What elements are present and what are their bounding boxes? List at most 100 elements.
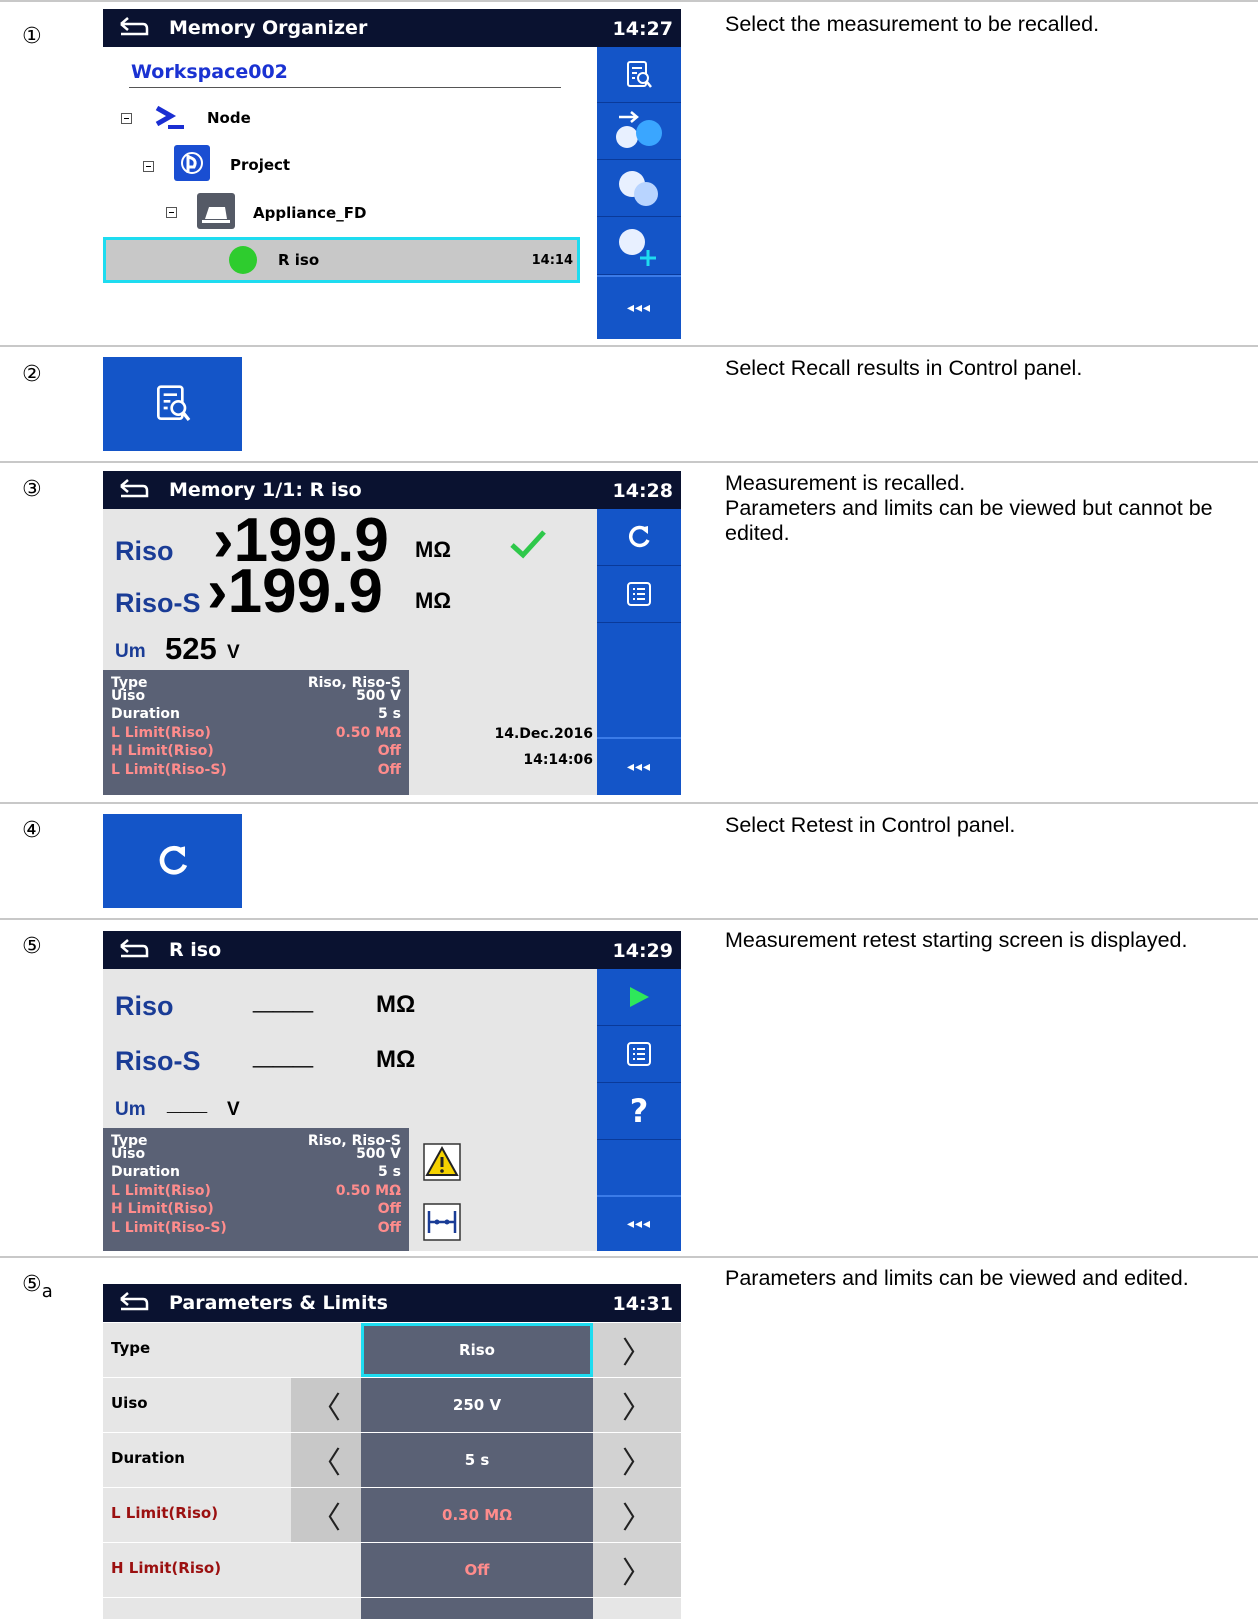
measurement-time: 14:14	[531, 253, 573, 268]
next-value-button[interactable]: 〉	[593, 1433, 681, 1487]
memory-organizer-screen: Memory Organizer 14:27 Workspace002 Node…	[103, 9, 681, 339]
riso-label: Riso	[115, 536, 174, 566]
parameters-summary: Type Riso, Riso-S Uiso 500 V Duration 5 s L…	[103, 670, 409, 795]
separator	[0, 0, 1258, 2]
param-value[interactable]: 250 V	[361, 1378, 593, 1432]
um-unit: V	[227, 1099, 240, 1120]
tree-node-label[interactable]: Node	[207, 109, 251, 127]
tree-project-label[interactable]: Project	[230, 156, 290, 174]
step-description: Select Recall results in Control panel.	[725, 356, 1083, 380]
clone-button[interactable]	[597, 160, 681, 217]
param-value[interactable]: Off	[361, 1543, 593, 1597]
more-icon: ◂◂◂	[626, 300, 652, 316]
step-description: Parameters and limits can be viewed and …	[725, 1266, 1189, 1290]
riso-s-label: Riso-S	[115, 1046, 201, 1076]
parameters-button[interactable]	[597, 566, 681, 623]
param-row: Duration 5 s	[111, 706, 401, 722]
previous-value-button[interactable]: 〈	[291, 1433, 361, 1487]
step-number: ③	[22, 477, 42, 502]
back-icon[interactable]	[117, 474, 151, 504]
param-value[interactable]	[361, 1598, 593, 1619]
retest-icon	[629, 525, 650, 548]
tree-appliance-label[interactable]: Appliance_FD	[253, 204, 366, 222]
limit-row: L Limit(Riso-S) Off	[111, 761, 401, 778]
next-value-button[interactable]: 〉	[593, 1488, 681, 1542]
clock: 14:27	[612, 18, 673, 40]
param-value[interactable]: 5 s	[361, 1433, 593, 1487]
recall-results-button-enlarged[interactable]	[103, 357, 242, 451]
back-icon[interactable]	[117, 12, 151, 42]
param-row-duration: Duration 〈 5 s 〉	[103, 1432, 681, 1487]
param-row-h-limit-riso: H Limit(Riso) Off 〉	[103, 1542, 681, 1597]
recall-results-button[interactable]	[597, 47, 681, 103]
retest-button[interactable]	[597, 509, 681, 566]
limit-row: H Limit(Riso) Off	[111, 1201, 401, 1217]
connection-icon	[423, 1203, 461, 1241]
appliance-icon	[197, 193, 235, 229]
step-description: Measurement retest starting screen is di…	[725, 928, 1188, 952]
limit-row: H Limit(Riso) Off	[111, 743, 401, 759]
step-number: ①	[22, 24, 42, 49]
step-number: ④	[22, 818, 42, 843]
start-button[interactable]	[597, 969, 681, 1026]
param-name: Duration	[111, 1449, 185, 1467]
parameters-button[interactable]	[597, 1026, 681, 1083]
project-icon	[174, 145, 210, 181]
next-value-button[interactable]: 〉	[593, 1378, 681, 1432]
more-options-button[interactable]: ◂◂◂	[597, 1195, 681, 1251]
limit-row: L Limit(Riso) 0.50 MΩ	[111, 1182, 401, 1199]
collapse-icon[interactable]	[143, 161, 154, 172]
um-label: Um	[115, 641, 146, 662]
recall-time: 14:14:06	[523, 752, 593, 768]
retest-button-enlarged[interactable]	[103, 814, 242, 908]
param-value[interactable]: 0.30 MΩ	[361, 1488, 593, 1542]
next-value-button[interactable]: 〉	[593, 1543, 681, 1597]
page-title: Memory 1/1: R iso	[169, 479, 362, 501]
workspace-underline	[129, 87, 561, 88]
control-panel: ? ◂◂◂	[597, 969, 681, 1251]
back-icon[interactable]	[117, 1287, 151, 1317]
param-name: H Limit(Riso)	[111, 1559, 222, 1577]
start-test-button[interactable]	[597, 103, 681, 160]
separator	[0, 802, 1258, 804]
separator	[0, 1256, 1258, 1258]
previous-value-button[interactable]: 〈	[291, 1488, 361, 1542]
collapse-icon[interactable]	[166, 207, 177, 218]
param-row-type: Type Riso 〉	[103, 1322, 681, 1377]
list-icon	[627, 582, 651, 606]
recall-results-icon	[156, 385, 190, 422]
add-measurement-button[interactable]	[597, 217, 681, 275]
selected-measurement-row[interactable]: R iso 14:14	[103, 237, 580, 283]
step-number: ⑤a	[22, 1272, 53, 1302]
um-label: Um	[115, 1099, 146, 1120]
step-description: Select the measurement to be recalled.	[725, 12, 1100, 36]
back-icon[interactable]	[117, 934, 151, 964]
title-bar: Parameters & Limits 14:31	[103, 1284, 681, 1322]
retest-icon	[159, 845, 187, 875]
limit-row: L Limit(Riso-S) Off	[111, 1219, 401, 1236]
pass-check-icon	[510, 530, 546, 559]
limit-row: L Limit(Riso) 0.50 MΩ	[111, 724, 401, 741]
riso-placeholder: ___	[253, 975, 314, 1016]
riso-s-unit: MΩ	[415, 588, 451, 613]
page-title: Memory Organizer	[169, 17, 368, 39]
warning-icon	[423, 1143, 461, 1181]
control-panel: ◂◂◂	[597, 509, 681, 795]
clock: 14:28	[612, 480, 673, 502]
previous-value-button[interactable]: 〈	[291, 1378, 361, 1432]
param-value-selected[interactable]: Riso	[361, 1323, 593, 1377]
workspace-name[interactable]: Workspace002	[131, 61, 288, 83]
next-value-button[interactable]: 〉	[593, 1323, 681, 1377]
riso-s-placeholder: ___	[253, 1030, 314, 1071]
separator	[0, 345, 1258, 347]
collapse-icon[interactable]	[121, 113, 132, 124]
more-options-button[interactable]: ◂◂◂	[597, 737, 681, 795]
more-options-button[interactable]: ◂◂◂	[597, 275, 681, 339]
riso-unit: MΩ	[376, 991, 416, 1018]
param-row: Duration 5 s	[111, 1164, 401, 1180]
parameters-limits-screen: Parameters & Limits 14:31 Type Riso 〉 Ui…	[103, 1284, 681, 1619]
separator	[0, 918, 1258, 920]
help-button[interactable]: ?	[597, 1083, 681, 1140]
parameters-summary: Type Riso, Riso-S Uiso 500 V Duration 5 s L…	[103, 1128, 409, 1251]
measurement-label: R iso	[278, 251, 320, 269]
